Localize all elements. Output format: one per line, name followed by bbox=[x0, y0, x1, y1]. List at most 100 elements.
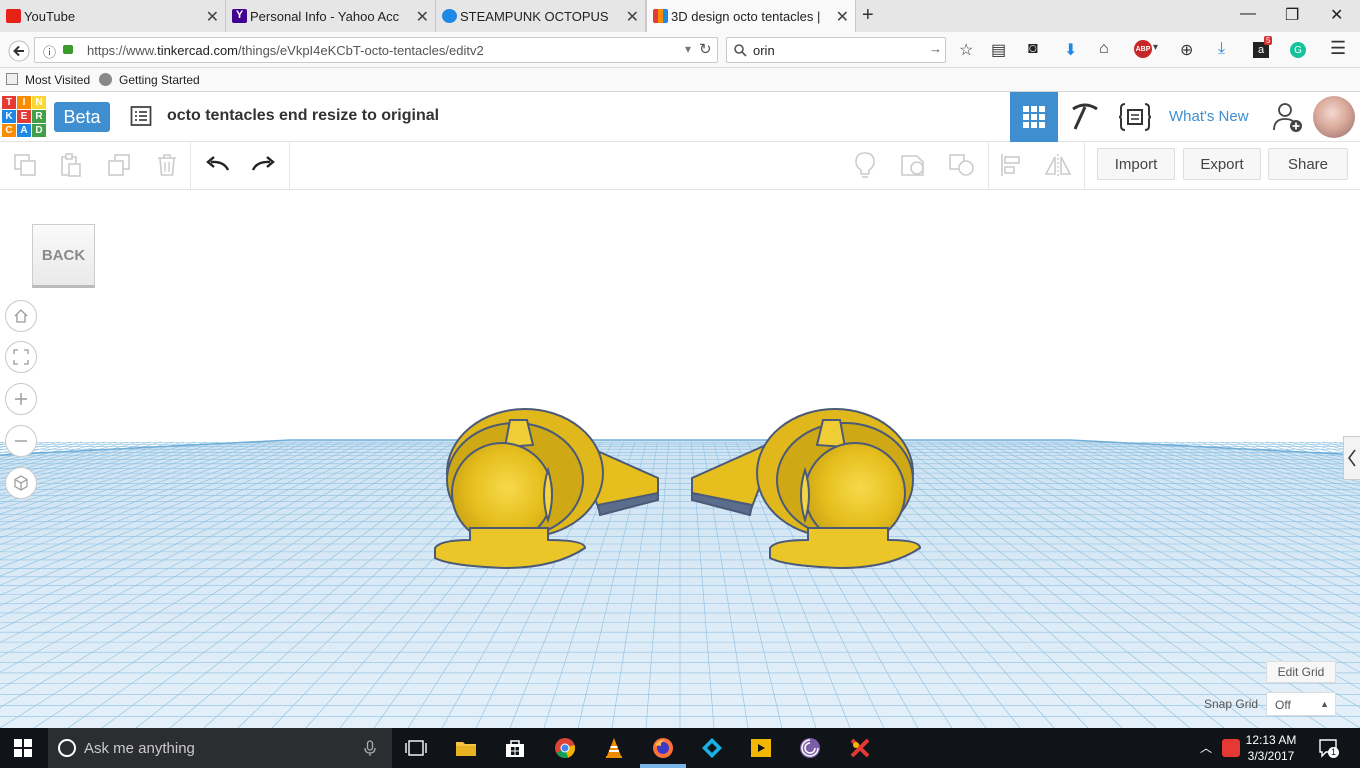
media-player-icon[interactable] bbox=[749, 736, 773, 760]
home-icon[interactable]: ⌂ bbox=[1099, 40, 1109, 58]
copy-button[interactable] bbox=[10, 150, 40, 180]
menu-hamburger-icon[interactable]: ☰ bbox=[1330, 38, 1346, 59]
adblock-dropdown-icon[interactable]: ▾ bbox=[1153, 42, 1158, 53]
tab-youtube[interactable]: YouTube ✕ bbox=[0, 0, 226, 32]
redo-button[interactable] bbox=[249, 150, 279, 180]
share-button[interactable]: Share bbox=[1268, 148, 1348, 180]
group-button[interactable] bbox=[898, 150, 928, 180]
tab-yahoo[interactable]: Y Personal Info - Yahoo Acc... ✕ bbox=[226, 0, 436, 32]
logo-letter: A bbox=[17, 124, 31, 137]
design-list-icon[interactable] bbox=[130, 105, 152, 127]
export-button[interactable]: Export bbox=[1183, 148, 1261, 180]
firefox-icon[interactable] bbox=[650, 736, 676, 760]
add-user-button[interactable] bbox=[1268, 92, 1308, 142]
bookmark-getting-started[interactable]: Getting Started bbox=[119, 73, 200, 87]
close-tab-icon[interactable]: ✕ bbox=[836, 7, 849, 27]
logo-letter: R bbox=[32, 110, 46, 123]
workplane-canvas[interactable]: BACK Edit Grid Snap Grid Off ▲ bbox=[0, 190, 1360, 728]
workplane-grid[interactable] bbox=[0, 190, 1360, 728]
store-icon[interactable] bbox=[503, 736, 527, 760]
chrome-icon[interactable] bbox=[553, 736, 577, 760]
app-spiral-icon[interactable] bbox=[798, 736, 822, 760]
zoom-in-button[interactable] bbox=[5, 383, 37, 415]
edit-grid-button[interactable]: Edit Grid bbox=[1266, 661, 1336, 683]
ungroup-button[interactable] bbox=[947, 150, 977, 180]
back-view-cube[interactable]: BACK bbox=[32, 224, 95, 288]
home-icon bbox=[14, 309, 28, 323]
bookmark-star-icon[interactable]: ☆ bbox=[959, 40, 973, 60]
minus-icon bbox=[15, 440, 27, 442]
whats-new-link[interactable]: What's New bbox=[1169, 108, 1249, 125]
new-tab-button[interactable]: + bbox=[862, 4, 874, 27]
microphone-icon[interactable] bbox=[364, 740, 376, 757]
close-window-button[interactable]: ✕ bbox=[1330, 5, 1343, 25]
tinkercad-logo[interactable]: TIN KER CAD bbox=[2, 96, 46, 138]
search-input[interactable]: orin → bbox=[726, 37, 946, 63]
app-x-icon[interactable] bbox=[848, 736, 872, 760]
fit-all-icon bbox=[13, 349, 29, 365]
zoom-out-button[interactable] bbox=[5, 425, 37, 457]
design-title[interactable]: octo tentacles end resize to original bbox=[167, 107, 439, 125]
duplicate-button[interactable] bbox=[104, 150, 134, 180]
lock-icon bbox=[63, 45, 73, 54]
adblock-icon[interactable]: ABP bbox=[1134, 40, 1152, 58]
reload-icon[interactable]: ↻ bbox=[699, 40, 712, 58]
duplicate-icon bbox=[108, 154, 130, 176]
tab-title: YouTube bbox=[24, 8, 76, 24]
task-view-icon[interactable] bbox=[404, 736, 428, 760]
edit-toolbar: Import Export Share bbox=[0, 142, 1360, 190]
tab-3d-design[interactable]: 3D design octo tentacles | ... ✕ bbox=[646, 0, 856, 32]
shapes-panel-toggle[interactable] bbox=[1343, 436, 1360, 480]
pocket-icon[interactable]: ◙ bbox=[1028, 40, 1038, 58]
show-hidden-icons-icon[interactable]: ︿ bbox=[1200, 739, 1212, 756]
logo-letter: N bbox=[32, 96, 46, 109]
grammarly-icon[interactable]: G bbox=[1290, 42, 1306, 58]
undo-button[interactable] bbox=[202, 150, 232, 180]
logo-letter: D bbox=[32, 124, 46, 137]
action-center-icon[interactable]: 1 bbox=[1318, 738, 1339, 758]
system-clock[interactable]: 12:13 AM 3/3/2017 bbox=[1240, 732, 1302, 764]
paste-button[interactable] bbox=[56, 150, 86, 180]
snap-grid-select[interactable]: Off ▲ bbox=[1266, 692, 1336, 716]
snap-grid-value: Off bbox=[1275, 698, 1291, 712]
dropdown-arrow-icon[interactable]: ▾ bbox=[685, 42, 691, 56]
minimize-button[interactable]: — bbox=[1240, 5, 1256, 23]
info-icon[interactable]: ⓘ bbox=[43, 42, 56, 61]
3d-view-button[interactable] bbox=[1010, 92, 1058, 142]
kodi-icon[interactable] bbox=[700, 736, 724, 760]
vlc-icon[interactable] bbox=[602, 736, 626, 760]
mirror-button[interactable] bbox=[1043, 150, 1073, 180]
tab-steampunk[interactable]: STEAMPUNK OCTOPUS T... ✕ bbox=[436, 0, 646, 32]
bookmark-most-visited[interactable]: Most Visited bbox=[25, 73, 90, 87]
url-bar[interactable]: ⓘ https://www.tinkercad.com/things/eVkpI… bbox=[34, 37, 718, 63]
close-tab-icon[interactable]: ✕ bbox=[416, 7, 429, 27]
back-arrow-icon[interactable] bbox=[8, 40, 30, 62]
fit-view-button[interactable] bbox=[5, 341, 37, 373]
bricks-button[interactable] bbox=[1062, 92, 1108, 142]
avatar[interactable] bbox=[1313, 96, 1355, 138]
delete-button[interactable] bbox=[152, 150, 182, 180]
logo-letter: K bbox=[2, 110, 16, 123]
download-arrow-icon[interactable]: ⬇ bbox=[1064, 40, 1077, 60]
undo-icon bbox=[206, 156, 230, 171]
system-tray-app-icon[interactable] bbox=[1222, 739, 1240, 757]
home-view-button[interactable] bbox=[5, 300, 37, 332]
close-tab-icon[interactable]: ✕ bbox=[626, 7, 639, 27]
reader-list-icon[interactable]: ▤ bbox=[991, 40, 1006, 60]
align-button[interactable] bbox=[996, 150, 1026, 180]
cortana-search-box[interactable]: Ask me anything bbox=[48, 728, 392, 768]
file-explorer-icon[interactable] bbox=[454, 736, 478, 760]
sync-globe-icon[interactable]: ⊕ bbox=[1180, 40, 1193, 60]
logo-letter: C bbox=[2, 124, 16, 137]
light-button[interactable] bbox=[850, 150, 880, 180]
restore-button[interactable]: ❐ bbox=[1285, 5, 1299, 25]
downloads-icon[interactable]: ⤓ bbox=[1218, 40, 1225, 58]
bookmark-folder-icon bbox=[6, 73, 18, 85]
import-button[interactable]: Import bbox=[1097, 148, 1175, 180]
windows-start-icon[interactable] bbox=[14, 739, 32, 757]
search-go-icon[interactable]: → bbox=[929, 41, 942, 56]
perspective-button[interactable] bbox=[5, 467, 37, 499]
codeblocks-button[interactable] bbox=[1112, 92, 1158, 142]
align-icon bbox=[1001, 154, 1020, 176]
close-tab-icon[interactable]: ✕ bbox=[206, 7, 219, 27]
